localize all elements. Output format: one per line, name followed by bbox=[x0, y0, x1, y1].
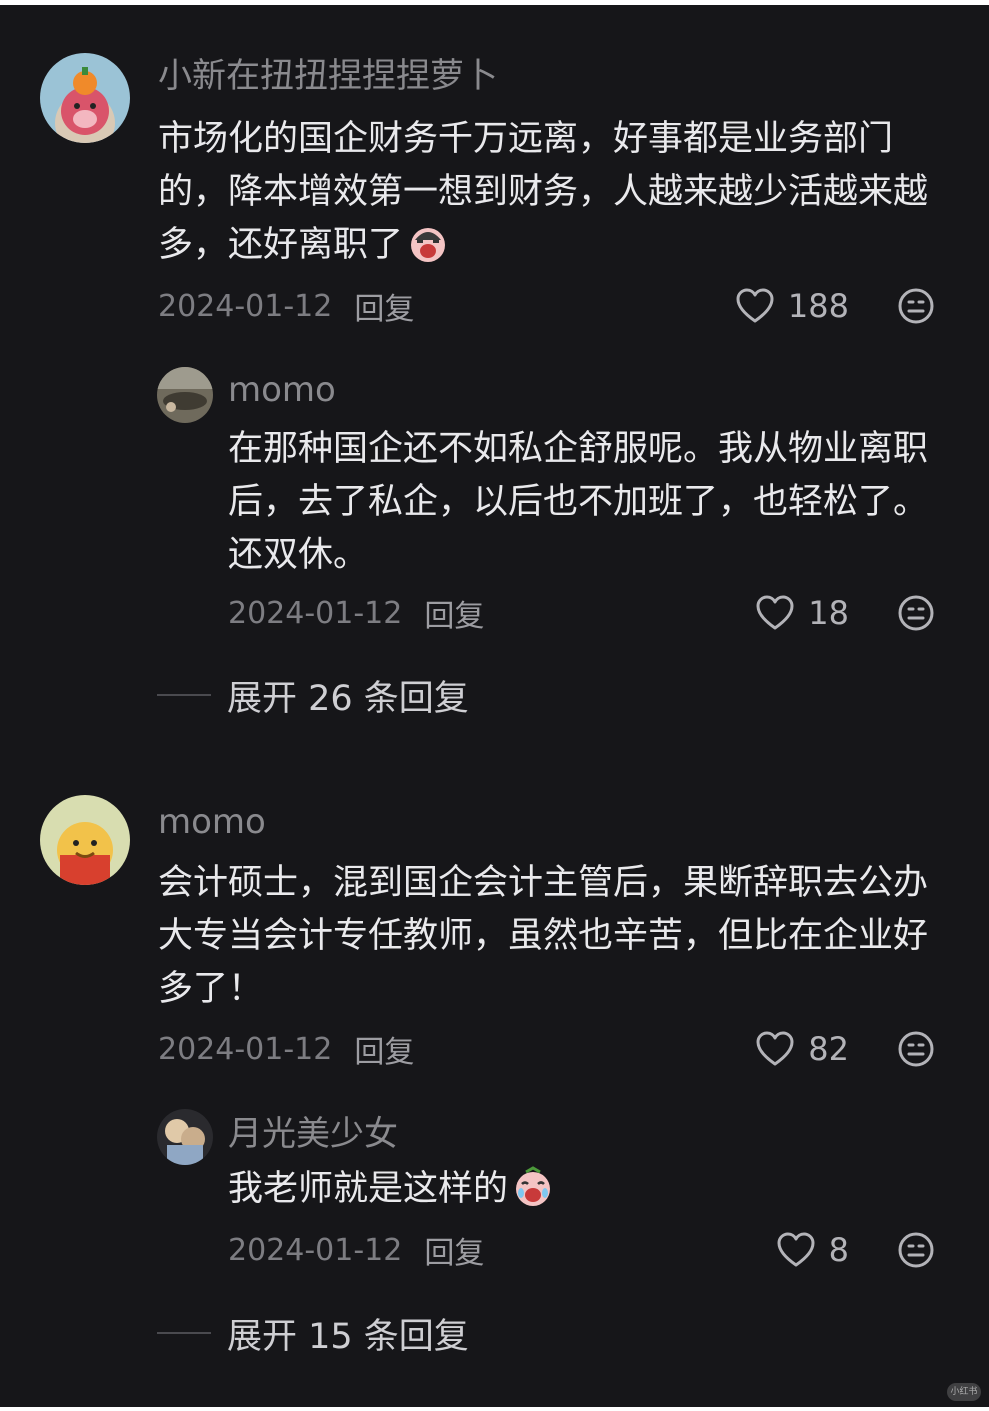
avatar[interactable] bbox=[157, 1109, 213, 1165]
comment-meta: 2024-01-12 回复 bbox=[228, 591, 484, 635]
emoji-face-icon[interactable] bbox=[897, 1030, 935, 1068]
like-button[interactable]: 188 bbox=[736, 285, 849, 327]
comment-date: 2024-01-12 bbox=[158, 288, 333, 324]
comment-meta: 2024-01-12 回复 bbox=[158, 284, 414, 328]
avatar[interactable] bbox=[40, 795, 130, 885]
crying-face-emoji-icon bbox=[512, 1166, 554, 1208]
comment-meta: 2024-01-12 回复 bbox=[228, 1228, 484, 1272]
avatar[interactable] bbox=[40, 53, 130, 143]
username[interactable]: momo bbox=[158, 801, 266, 843]
heart-icon bbox=[756, 595, 794, 630]
heart-icon bbox=[736, 288, 774, 323]
comment-date: 2024-01-12 bbox=[158, 1031, 333, 1067]
reply-button[interactable]: 回复 bbox=[424, 591, 484, 635]
avatar[interactable] bbox=[157, 367, 213, 423]
comment-date: 2024-01-12 bbox=[228, 595, 403, 631]
comment-meta: 2024-01-12 回复 bbox=[158, 1027, 414, 1071]
like-button[interactable]: 18 bbox=[756, 592, 849, 634]
like-count: 82 bbox=[808, 1030, 849, 1068]
watermark: 小红书 bbox=[947, 1383, 981, 1401]
expand-replies-button[interactable]: 展开 15 条回复 bbox=[157, 1311, 469, 1357]
heart-icon bbox=[756, 1031, 794, 1066]
reply-button[interactable]: 回复 bbox=[424, 1228, 484, 1272]
reply-button[interactable]: 回复 bbox=[354, 284, 414, 328]
heart-icon bbox=[777, 1232, 815, 1267]
emoji-face-icon[interactable] bbox=[897, 1231, 935, 1269]
like-button[interactable]: 82 bbox=[756, 1028, 849, 1070]
emoji-face-icon[interactable] bbox=[897, 287, 935, 325]
expand-replies-button[interactable]: 展开 26 条回复 bbox=[157, 673, 469, 719]
username[interactable]: momo bbox=[228, 369, 336, 411]
comment-text: 我老师就是这样的 bbox=[228, 1163, 934, 1216]
comment-date: 2024-01-12 bbox=[228, 1232, 403, 1268]
username[interactable]: 小新在扭扭捏捏捏萝卜 bbox=[158, 55, 498, 97]
comment-text: 会计硕士，混到国企会计主管后，果断辞职去公办大专当会计专任教师，虽然也辛苦，但比… bbox=[158, 863, 929, 1009]
expand-replies-label: 展开 15 条回复 bbox=[227, 1316, 469, 1357]
comment-section: 小新在扭扭捏捏捏萝卜 市场化的国企财务千万远离，好事都是业务部门的，降本增效第一… bbox=[0, 5, 989, 1407]
emoji-face-icon[interactable] bbox=[897, 594, 935, 632]
like-count: 188 bbox=[787, 287, 849, 325]
comment-text: 市场化的国企财务千万远离，好事都是业务部门的，降本增效第一想到财务，人越来越少活… bbox=[158, 119, 929, 265]
comment-text: 在那种国企还不如私企舒服呢。我从物业离职后，去了私企，以后也不加班了，也轻松了。… bbox=[228, 429, 929, 575]
crying-face-emoji-icon bbox=[407, 222, 449, 264]
divider-line bbox=[157, 694, 211, 696]
divider-line bbox=[157, 1332, 211, 1334]
username[interactable]: 月光美少女 bbox=[228, 1113, 398, 1155]
like-count: 18 bbox=[808, 594, 849, 632]
expand-replies-label: 展开 26 条回复 bbox=[227, 678, 469, 719]
like-count: 8 bbox=[828, 1231, 849, 1269]
reply-button[interactable]: 回复 bbox=[354, 1027, 414, 1071]
like-button[interactable]: 8 bbox=[777, 1229, 849, 1271]
